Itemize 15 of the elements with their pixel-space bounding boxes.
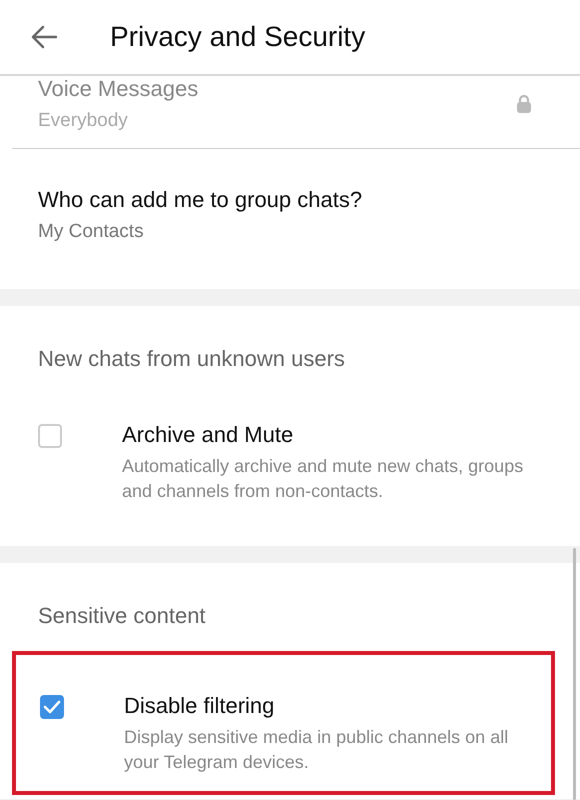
checkbox[interactable] bbox=[40, 695, 64, 719]
section-heading: New chats from unknown users bbox=[37, 346, 346, 372]
lock-icon bbox=[516, 94, 532, 114]
setting-value: My Contacts bbox=[38, 221, 145, 243]
back-arrow-icon[interactable] bbox=[30, 25, 58, 49]
setting-title[interactable]: Voice Messages bbox=[38, 76, 198, 102]
option-title[interactable]: Archive and Mute bbox=[122, 422, 550, 448]
setting-value: Everybody bbox=[38, 110, 129, 132]
option-title[interactable]: Disable filtering bbox=[124, 693, 541, 719]
screen-title: Privacy and Security bbox=[110, 21, 366, 53]
checkbox[interactable] bbox=[38, 424, 62, 448]
option-description: Automatically archive and mute new chats, groups and channels from non-contacts. bbox=[122, 455, 524, 503]
section-heading: Sensitive content bbox=[37, 603, 207, 629]
option-description: Display sensitive media in public channels on all your Telegram devices. bbox=[124, 726, 510, 774]
setting-title[interactable]: Who can add me to group chats? bbox=[38, 187, 362, 213]
